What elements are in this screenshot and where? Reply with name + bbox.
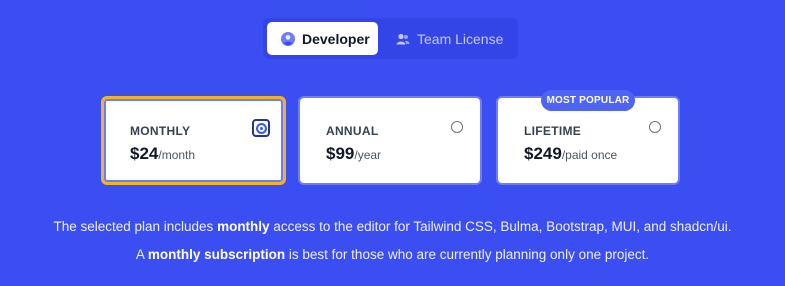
developer-tab[interactable]: Developer <box>267 22 378 55</box>
plan-card-monthly[interactable]: MONTHLY $24/month <box>101 96 286 185</box>
users-icon <box>396 32 410 46</box>
plan-name: MONTHLY <box>130 124 191 138</box>
price-amount: $249 <box>524 144 562 163</box>
developer-label: Developer <box>302 30 370 47</box>
plan-name: LIFETIME <box>524 124 582 138</box>
plan-price: $24/month <box>130 144 195 164</box>
user-circle-icon <box>281 31 295 46</box>
most-popular-badge: MOST POPULAR <box>541 90 635 111</box>
plan-card-annual[interactable]: ANNUAL $99/year <box>298 96 482 185</box>
plan-radio-selected[interactable] <box>252 119 270 137</box>
desc-text: access to the editor for Tailwind CSS, B… <box>269 219 732 234</box>
plan-price: $249/paid once <box>524 144 617 164</box>
desc-text: is best for those who are currently plan… <box>285 247 650 262</box>
desc-text: The selected plan includes <box>53 219 218 234</box>
license-toggle: Developer Team License <box>263 18 518 59</box>
price-amount: $99 <box>326 144 355 163</box>
plan-recommendation: A monthly subscription is best for those… <box>0 247 785 262</box>
price-unit: /year <box>354 148 382 162</box>
team-license-tab[interactable]: Team License <box>382 22 512 55</box>
price-amount: $24 <box>130 144 159 163</box>
desc-bold: monthly <box>217 219 270 234</box>
team-license-label: Team License <box>417 30 504 47</box>
plan-radio[interactable] <box>649 121 661 133</box>
plan-radio[interactable] <box>451 121 463 133</box>
price-unit: /month <box>158 148 196 162</box>
desc-text: A <box>135 247 148 262</box>
plan-price: $99/year <box>326 144 381 164</box>
plan-name: ANNUAL <box>326 124 379 138</box>
plan-description: The selected plan includes monthly acces… <box>0 219 785 234</box>
price-unit: /paid once <box>561 148 618 162</box>
desc-bold: monthly subscription <box>147 247 286 262</box>
radio-dot-icon <box>255 122 267 134</box>
